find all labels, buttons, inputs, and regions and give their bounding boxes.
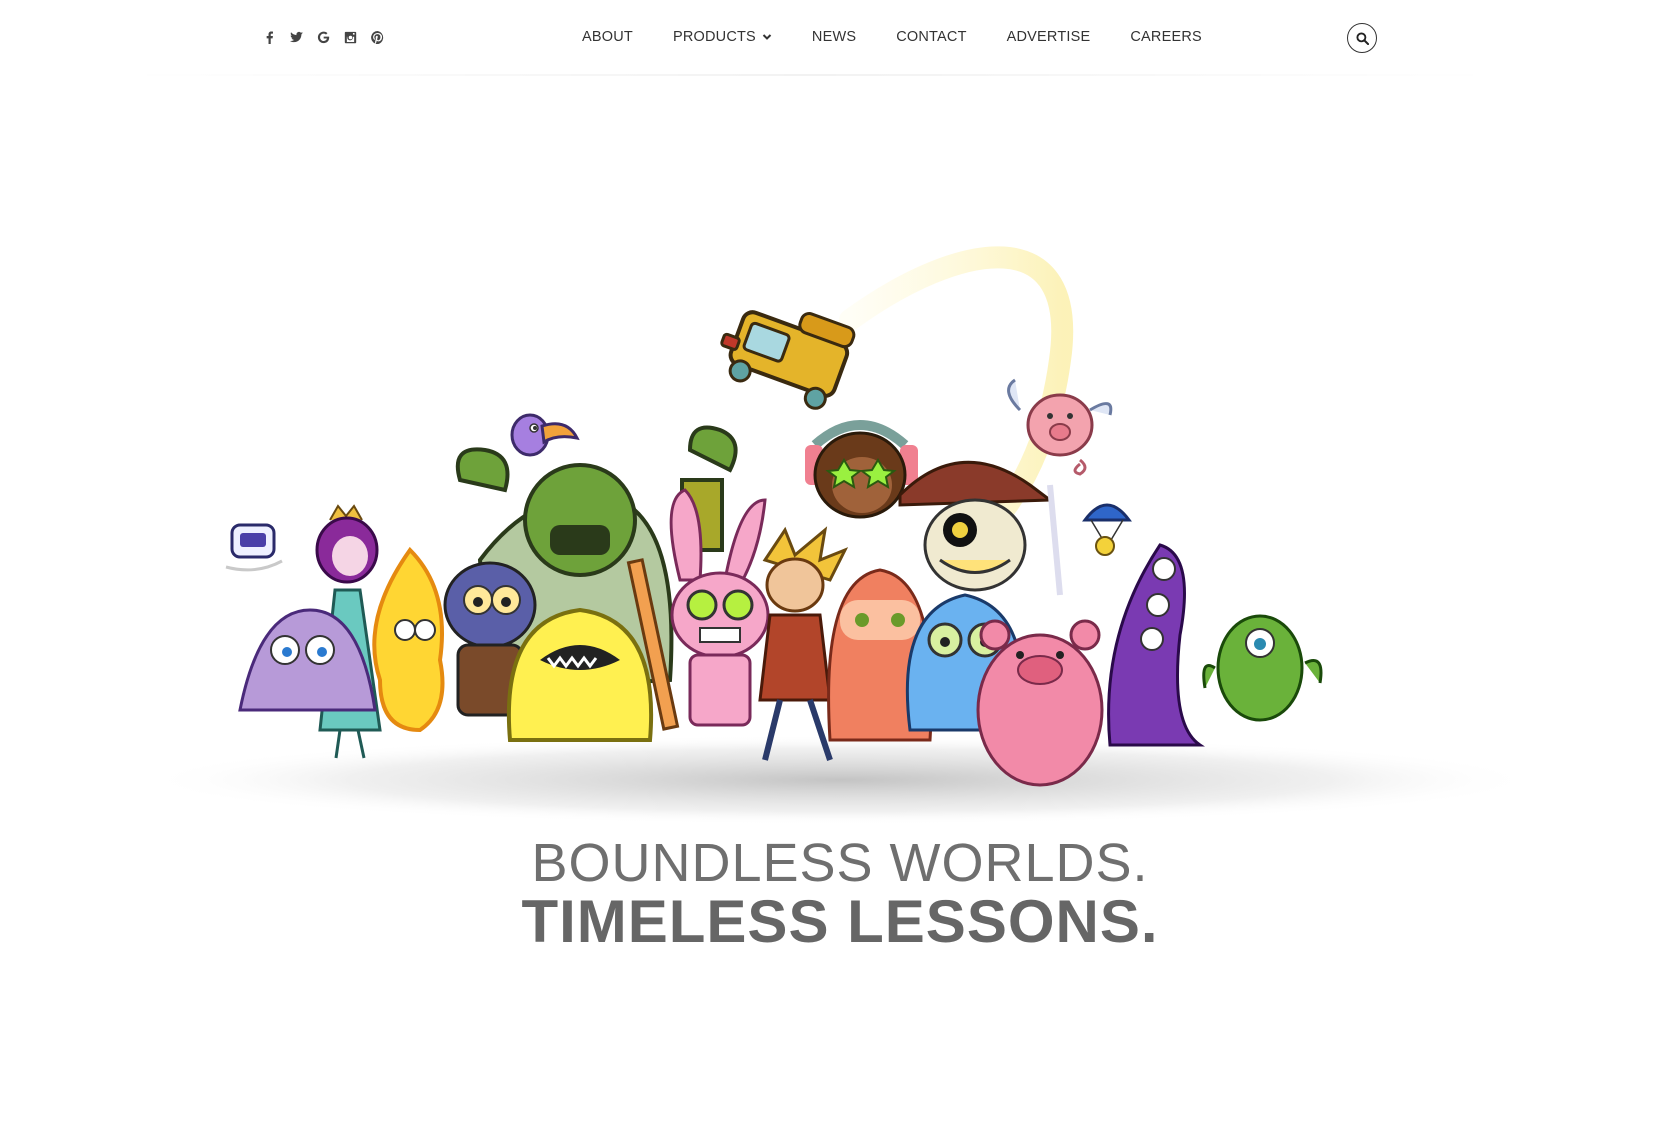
chevron-down-icon — [762, 34, 772, 40]
pinterest-icon[interactable] — [370, 30, 384, 44]
pirate-character — [898, 460, 1063, 596]
social-links — [262, 30, 384, 44]
toucan-character — [510, 413, 580, 457]
nav-advertise[interactable]: ADVERTISE — [1007, 29, 1091, 45]
tagline-line-1: BOUNDLESS WORLDS. — [531, 833, 1149, 893]
nav-about[interactable]: ABOUT — [582, 29, 633, 45]
nav-products[interactable]: PRODUCTS — [673, 29, 772, 45]
hero-illustration — [140, 246, 1540, 825]
parachute-duck-character — [1082, 503, 1132, 556]
search-button[interactable] — [1347, 23, 1377, 53]
instagram-icon[interactable] — [343, 30, 357, 44]
nav-news[interactable]: NEWS — [812, 29, 856, 45]
twitter-icon[interactable] — [289, 30, 303, 44]
nav-contact[interactable]: CONTACT — [896, 29, 966, 45]
nav-careers[interactable]: CAREERS — [1130, 29, 1202, 45]
nav-products-label: PRODUCTS — [672, 29, 756, 45]
green-one-eyed-monster-character — [1202, 614, 1323, 722]
small-robot-character — [225, 523, 283, 572]
search-icon — [1355, 31, 1369, 45]
header-divider — [120, 74, 1500, 76]
main-navigation: ABOUT PRODUCTS NEWS CONTACT ADVERTISE CA… — [582, 29, 1242, 45]
flying-vehicle — [720, 310, 856, 410]
facebook-icon[interactable] — [262, 30, 276, 44]
floor-shadow — [140, 735, 1540, 825]
pink-bear-character — [976, 619, 1104, 787]
top-navigation-bar: ABOUT PRODUCTS NEWS CONTACT ADVERTISE CA… — [0, 0, 1680, 76]
flame-character — [372, 546, 445, 733]
tagline-line-2: TIMELESS LESSONS. — [521, 888, 1159, 955]
purple-tall-monster-character — [1107, 543, 1205, 747]
google-icon[interactable] — [316, 30, 330, 44]
